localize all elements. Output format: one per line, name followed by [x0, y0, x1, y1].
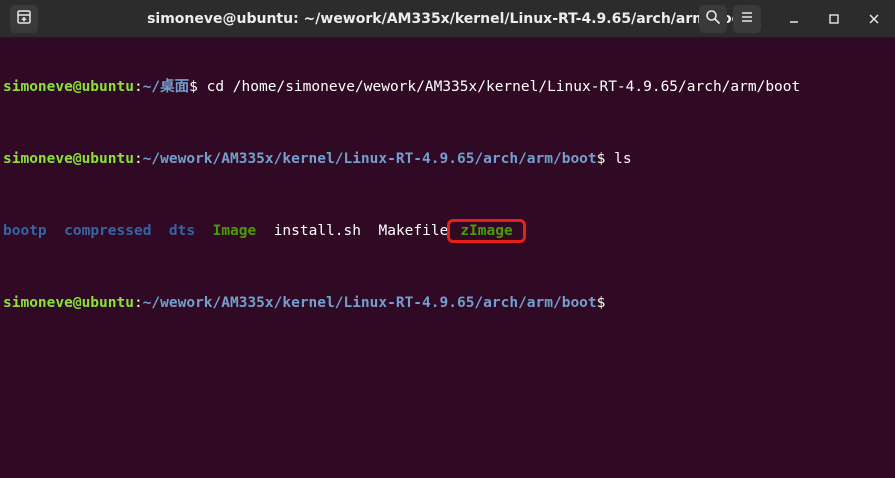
ls-entry-directory: bootp: [3, 223, 47, 239]
prompt-colon: :: [133, 295, 143, 311]
search-icon: [705, 9, 721, 29]
minimize-icon: [788, 10, 800, 29]
menu-button[interactable]: [733, 5, 761, 33]
terminal-line: simoneve@ubuntu:~/wework/AM335x/kernel/L…: [3, 294, 892, 312]
maximize-icon: [828, 10, 840, 29]
ls-entry-file: install.sh: [273, 223, 362, 239]
prompt-user: simoneve@ubuntu: [3, 151, 134, 167]
ls-entry-directory: compressed: [64, 223, 152, 239]
title-bar[interactable]: simoneve@ubuntu: ~/wework/AM335x/kernel/…: [0, 0, 895, 38]
ls-entry-executable: Image: [212, 223, 257, 239]
prompt-user: simoneve@ubuntu: [3, 295, 134, 311]
prompt-path: ~/wework/AM335x/kernel/Linux-RT-4.9.65/a…: [142, 295, 597, 311]
close-button[interactable]: [864, 9, 884, 29]
minimize-button[interactable]: [784, 9, 804, 29]
search-button[interactable]: [699, 5, 727, 33]
ls-entry-file: Makefile: [378, 223, 449, 239]
terminal-line: simoneve@ubuntu:~/桌面$ cd /home/simoneve/…: [3, 78, 892, 96]
close-icon: [868, 10, 880, 29]
new-tab-button[interactable]: [10, 5, 38, 33]
ls-entry-directory: dts: [168, 223, 196, 239]
ls-output-line: bootp compressed dts Image install.sh Ma…: [3, 219, 892, 243]
prompt-colon: :: [133, 79, 143, 95]
prompt-colon: :: [133, 151, 143, 167]
prompt-dollar: $: [596, 295, 606, 311]
ls-entry-zimage-highlighted: zImage: [447, 219, 526, 243]
command-text: cd /home/simoneve/wework/AM335x/kernel/L…: [197, 79, 801, 95]
prompt-user: simoneve@ubuntu: [3, 79, 134, 95]
terminal-output[interactable]: simoneve@ubuntu:~/桌面$ cd /home/simoneve/…: [0, 38, 895, 478]
command-text: ls: [605, 151, 632, 167]
prompt-dollar: $: [189, 79, 198, 95]
new-tab-icon: [16, 9, 32, 29]
maximize-button[interactable]: [824, 9, 844, 29]
hamburger-menu-icon: [739, 9, 755, 29]
terminal-window: simoneve@ubuntu: ~/wework/AM335x/kernel/…: [0, 0, 895, 478]
prompt-path: ~/桌面: [142, 79, 190, 95]
prompt-path: ~/wework/AM335x/kernel/Linux-RT-4.9.65/a…: [142, 151, 597, 167]
terminal-line: simoneve@ubuntu:~/wework/AM335x/kernel/L…: [3, 150, 892, 168]
